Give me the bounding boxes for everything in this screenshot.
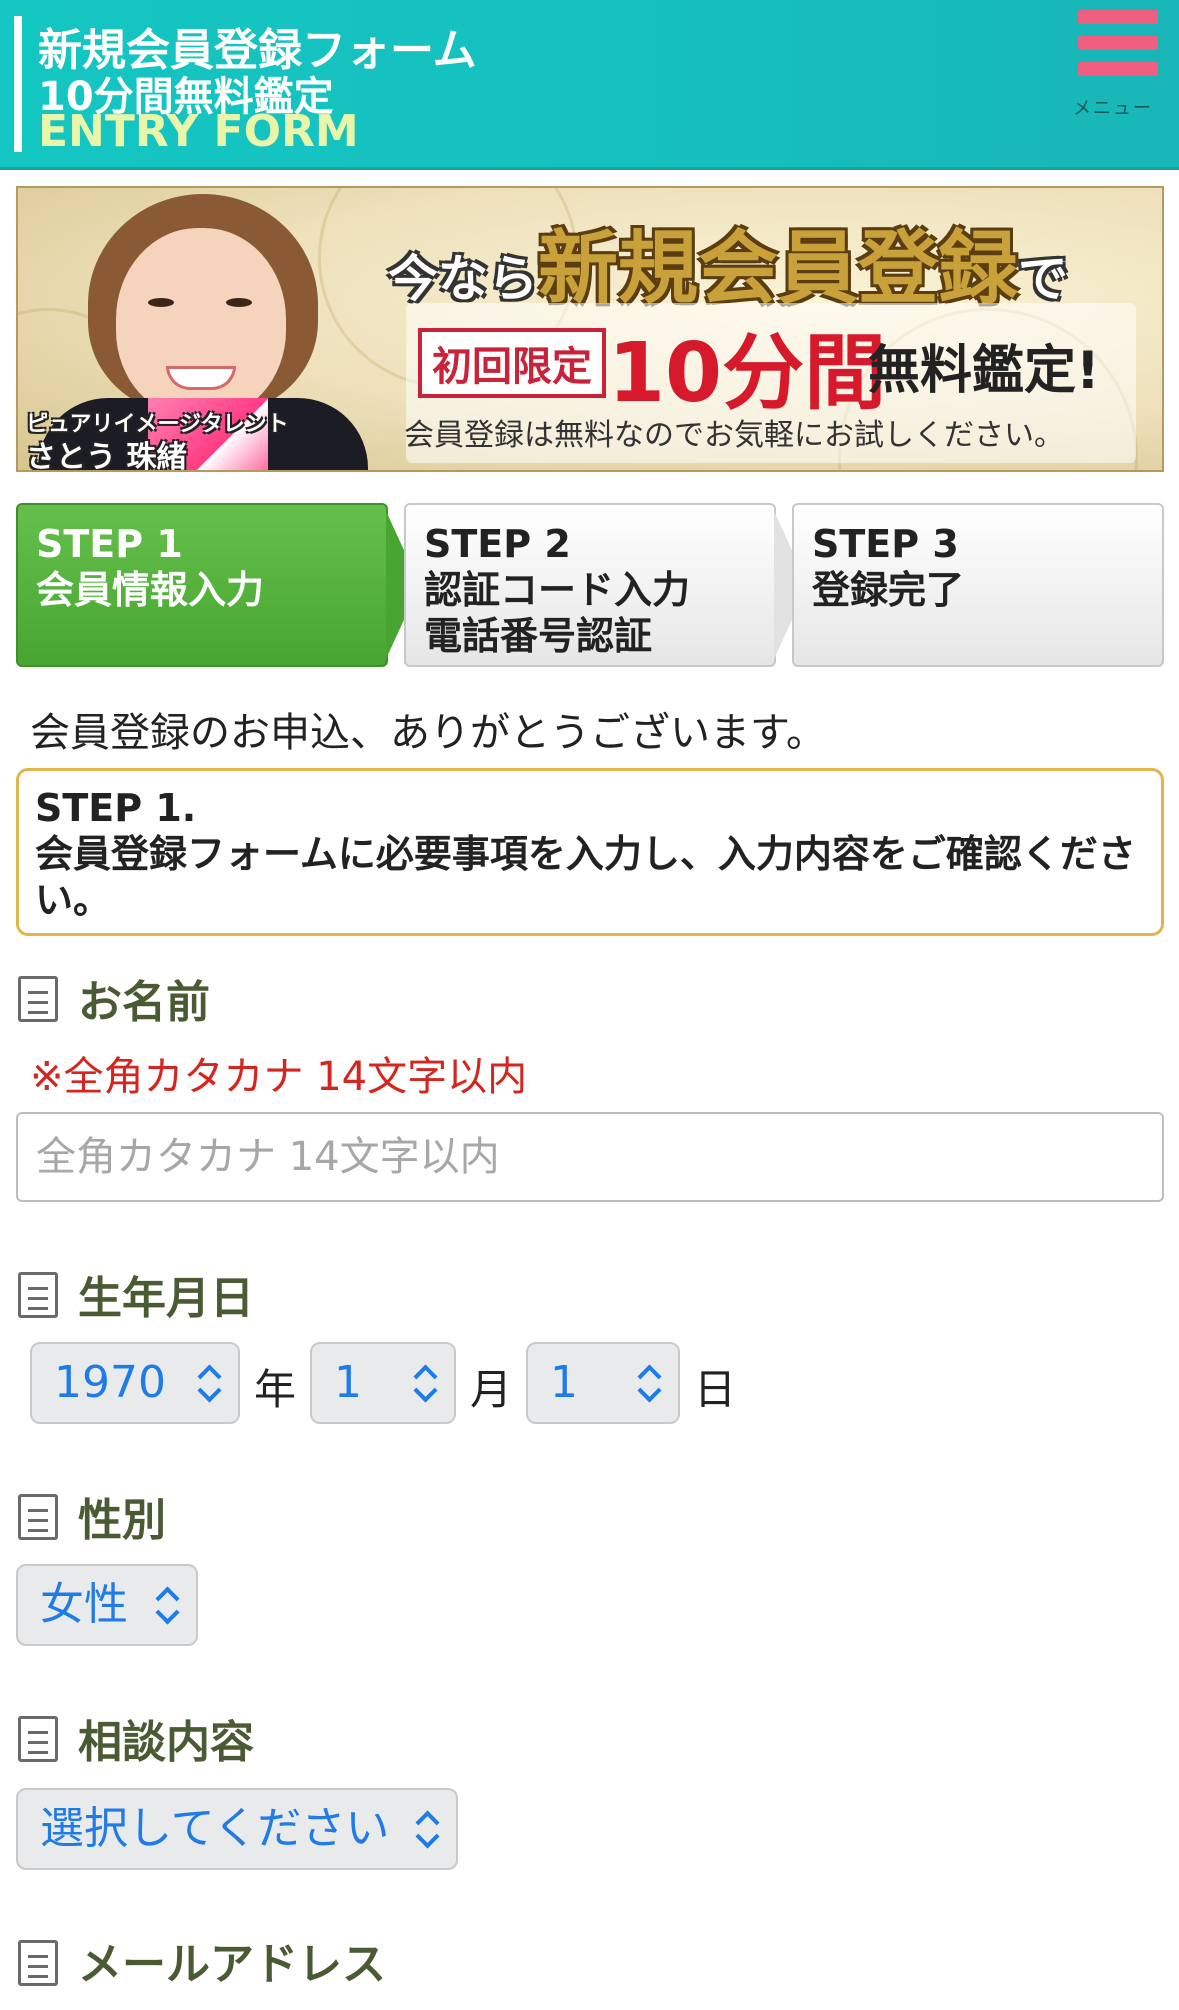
name-label: お名前 — [78, 977, 210, 1028]
form-field-icon — [18, 976, 58, 1022]
banner-free-text: 無料鑑定! — [868, 341, 1100, 401]
year-unit: 年 — [254, 1365, 297, 1414]
birth-year-select[interactable]: 1970 — [30, 1342, 240, 1424]
header-entry-form-label: ENTRY FORM — [38, 106, 359, 157]
gender-select[interactable]: 女性 — [16, 1564, 198, 1646]
menu-button[interactable]: メニュー — [1073, 6, 1165, 119]
header-accent-bar — [14, 16, 22, 152]
step-notice-text: STEP 1. 会員登録フォームに必要事項を入力し、入力内容をご確認ください。 — [35, 786, 1136, 922]
day-unit: 日 — [694, 1365, 737, 1414]
banner-minutes: 10分間 — [608, 326, 887, 421]
talent-name: さとう 珠緒 — [26, 440, 187, 472]
page-header: 新規会員登録フォーム 10分間無料鑑定 ENTRY FORM メニュー — [0, 0, 1179, 170]
birthday-label: 生年月日 — [78, 1273, 254, 1324]
talent-portrait: ピュアリイメージタレント さとう 珠緒 — [18, 188, 398, 472]
form-field-icon — [18, 1494, 58, 1540]
birth-day-select[interactable]: 1 — [526, 1342, 680, 1424]
menu-label: メニュー — [1073, 98, 1153, 119]
birth-month-select[interactable]: 1 — [310, 1342, 456, 1424]
step-1-indicator: STEP 1 会員情報入力 — [16, 503, 388, 667]
name-input[interactable] — [16, 1112, 1164, 1202]
step-3-indicator: STEP 3 登録完了 — [792, 503, 1164, 667]
form-field-icon — [18, 1940, 58, 1986]
form-field-icon — [18, 1272, 58, 1318]
step-notice-box: STEP 1. 会員登録フォームに必要事項を入力し、入力内容をご確認ください。 — [16, 768, 1164, 936]
thank-you-message: 会員登録のお申込、ありがとうございます。 — [30, 710, 826, 756]
name-error: ※全角カタカナ 14文字以内 — [30, 1054, 528, 1100]
step-2-indicator: STEP 2 認証コード入力 電話番号認証 — [404, 503, 776, 667]
campaign-banner: ピュアリイメージタレント さとう 珠緒 今なら新規会員登録で 初回限定 10分間… — [16, 186, 1164, 472]
chevron-up-down-icon — [416, 1812, 438, 1848]
chevron-up-down-icon — [414, 1366, 436, 1402]
form-field-icon — [18, 1716, 58, 1762]
consultation-label: 相談内容 — [78, 1717, 254, 1768]
chevron-up-down-icon — [156, 1588, 178, 1624]
consultation-select[interactable]: 選択してください — [16, 1788, 458, 1870]
month-unit: 月 — [470, 1365, 513, 1414]
first-time-badge: 初回限定 — [418, 328, 606, 398]
email-label: メールアドレス — [78, 1939, 386, 1990]
chevron-up-down-icon — [198, 1366, 220, 1402]
gender-label: 性別 — [78, 1495, 166, 1546]
chevron-up-down-icon — [638, 1366, 660, 1402]
banner-note: 会員登録は無料なのでお気軽にお試しください。 — [404, 418, 1064, 453]
